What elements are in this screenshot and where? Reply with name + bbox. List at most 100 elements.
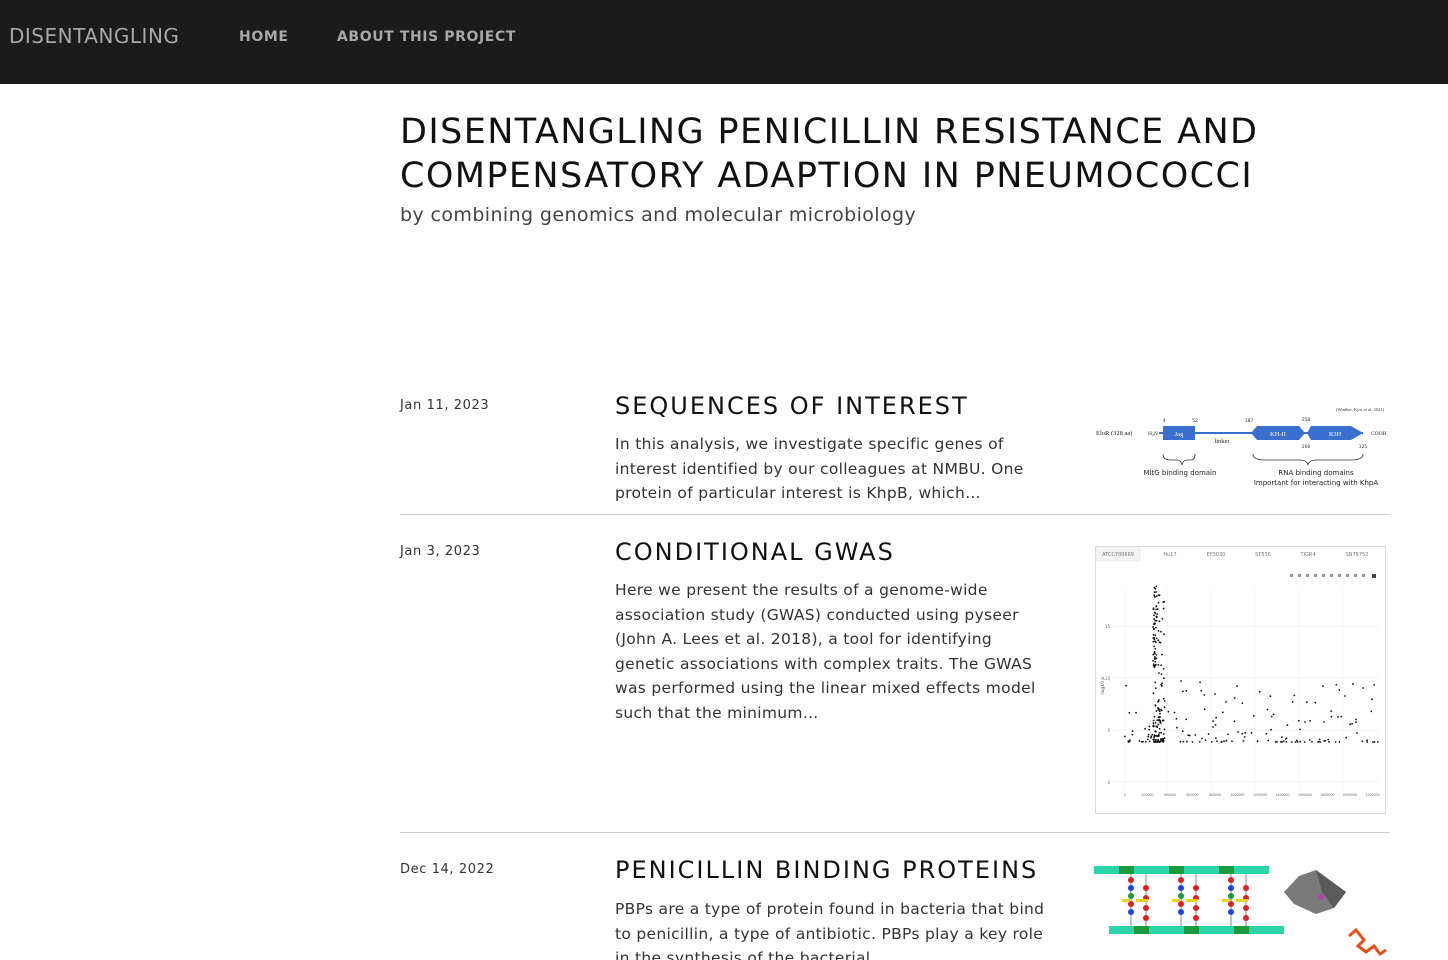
post-title-link[interactable]: SEQUENCES OF INTEREST [615, 392, 969, 420]
plot-point [1203, 694, 1206, 696]
plot-point [1163, 633, 1165, 636]
plot-point [1148, 728, 1151, 731]
plot-point [1160, 731, 1162, 734]
plot-xtick: 1400000 [1275, 793, 1289, 797]
plot-point [1227, 733, 1229, 736]
plot-tab[interactable]: SN75752 [1346, 552, 1369, 558]
plot-point [1124, 735, 1126, 738]
plot-point [1233, 697, 1236, 699]
plot-point [1160, 664, 1163, 667]
plot-point [1161, 719, 1164, 722]
plot-point [1242, 740, 1245, 742]
plot-xtick: 400000 [1164, 793, 1176, 797]
plot-point [1153, 645, 1155, 648]
plot-point [1161, 739, 1164, 741]
plot-point [1154, 721, 1157, 724]
plot-point [1154, 681, 1157, 684]
plot-point [1156, 719, 1158, 721]
plot-point [1150, 735, 1153, 738]
plot-point [1152, 692, 1155, 695]
plot-tab[interactable]: ATCC700669 [1102, 552, 1134, 558]
figure-pos-187: 187 [1245, 418, 1254, 424]
plot-point [1252, 714, 1255, 717]
plot-point [1152, 637, 1155, 639]
plot-xtick: 2000000 [1343, 793, 1357, 797]
post-thumbnail-manhattan-plot[interactable]: ATCC700669 Hu17 EF3030 ST556 TIGR4 SN757… [1095, 546, 1386, 814]
plot-tab[interactable]: ST556 [1255, 552, 1271, 558]
plot-point [1203, 708, 1206, 711]
plot-point [1187, 734, 1190, 737]
plot-point [1151, 733, 1154, 736]
plot-point [1362, 687, 1364, 689]
plot-point [1157, 664, 1160, 666]
peptide-bridges [1122, 874, 1249, 926]
navbar: DISENTANGLING HOME ABOUT THIS PROJECT [0, 0, 1448, 84]
plot-point [1318, 740, 1320, 743]
glycan-unit [1234, 926, 1249, 934]
plot-point [1204, 739, 1207, 741]
plot-point [1299, 740, 1302, 743]
plot-point [1154, 730, 1157, 732]
plot-point [1340, 715, 1343, 718]
figure-brace-label-mltg: MltG binding domain [1144, 469, 1217, 477]
figure-domain-kh2-label: KH-II [1270, 431, 1286, 438]
plot-point [1163, 700, 1166, 702]
post-title-link[interactable]: CONDITIONAL GWAS [615, 538, 895, 566]
plot-point [1337, 716, 1339, 718]
nav-link-about[interactable]: ABOUT THIS PROJECT [337, 29, 516, 45]
plot-point [1155, 608, 1158, 611]
figure-pos-325: 325 [1359, 444, 1368, 450]
plot-point [1159, 721, 1162, 724]
plot-point [1179, 740, 1182, 743]
plot-point [1328, 741, 1330, 743]
plot-point [1349, 723, 1352, 726]
post-item-sequences-of-interest[interactable]: Jan 11, 2023 SEQUENCES OF INTEREST In th… [400, 392, 1390, 516]
plot-point [1191, 741, 1194, 743]
plot-point [1161, 653, 1163, 656]
plot-point [1361, 740, 1364, 743]
plot-point [1156, 735, 1158, 737]
plot-tab[interactable]: TIGR4 [1299, 552, 1315, 558]
plot-point [1155, 595, 1158, 597]
plot-point [1127, 741, 1130, 743]
plot-point [1303, 741, 1306, 743]
plot-point [1243, 736, 1246, 738]
plot-point [1162, 607, 1165, 610]
plot-tab[interactable]: Hu17 [1163, 552, 1176, 558]
plot-point [1296, 741, 1299, 743]
post-date: Jan 11, 2023 [400, 398, 490, 413]
plot-point [1160, 630, 1162, 633]
post-thumbnail-domain-diagram[interactable]: (Winther, Kjos et al. 2021) EloR (328 aa… [1095, 404, 1390, 494]
plot-point [1355, 721, 1357, 724]
plot-point [1158, 708, 1160, 711]
plot-point [1212, 720, 1214, 722]
post-thumbnail-peptidoglycan-illustration[interactable] [1094, 864, 1390, 960]
plot-point [1225, 739, 1228, 742]
nav-link-home[interactable]: HOME [239, 29, 289, 45]
plot-point [1291, 701, 1294, 703]
plot-point [1160, 673, 1163, 675]
plot-point [1162, 733, 1165, 735]
plot-point [1157, 700, 1160, 703]
post-excerpt: In this analysis, we investigate specifi… [615, 435, 1024, 502]
plot-point [1153, 715, 1156, 718]
plot-point [1152, 653, 1155, 656]
brand-link[interactable]: DISENTANGLING [9, 24, 179, 48]
plot-point [1158, 732, 1161, 734]
post-item-conditional-gwas[interactable]: Jan 3, 2023 CONDITIONAL GWAS Here we pre… [400, 538, 1390, 834]
plot-point [1200, 689, 1203, 692]
plot-point [1153, 586, 1156, 589]
plot-tab[interactable]: EF3030 [1207, 552, 1226, 558]
plot-point [1157, 734, 1160, 736]
post-excerpt: PBPs are a type of protein found in bact… [615, 900, 1045, 960]
plot-point [1233, 720, 1236, 723]
post-item-penicillin-binding-proteins[interactable]: Dec 14, 2022 PENICILLIN BINDING PROTEINS… [400, 856, 1390, 960]
plot-point [1370, 710, 1373, 713]
post-title-link[interactable]: PENICILLIN BINDING PROTEINS [615, 856, 1038, 884]
plot-point [1236, 685, 1238, 687]
plot-point [1153, 596, 1156, 598]
plot-point [1158, 741, 1160, 743]
figure-citation: (Winther, Kjos et al. 2021) [1336, 407, 1385, 413]
plot-point [1156, 613, 1158, 615]
plot-point [1157, 601, 1160, 604]
